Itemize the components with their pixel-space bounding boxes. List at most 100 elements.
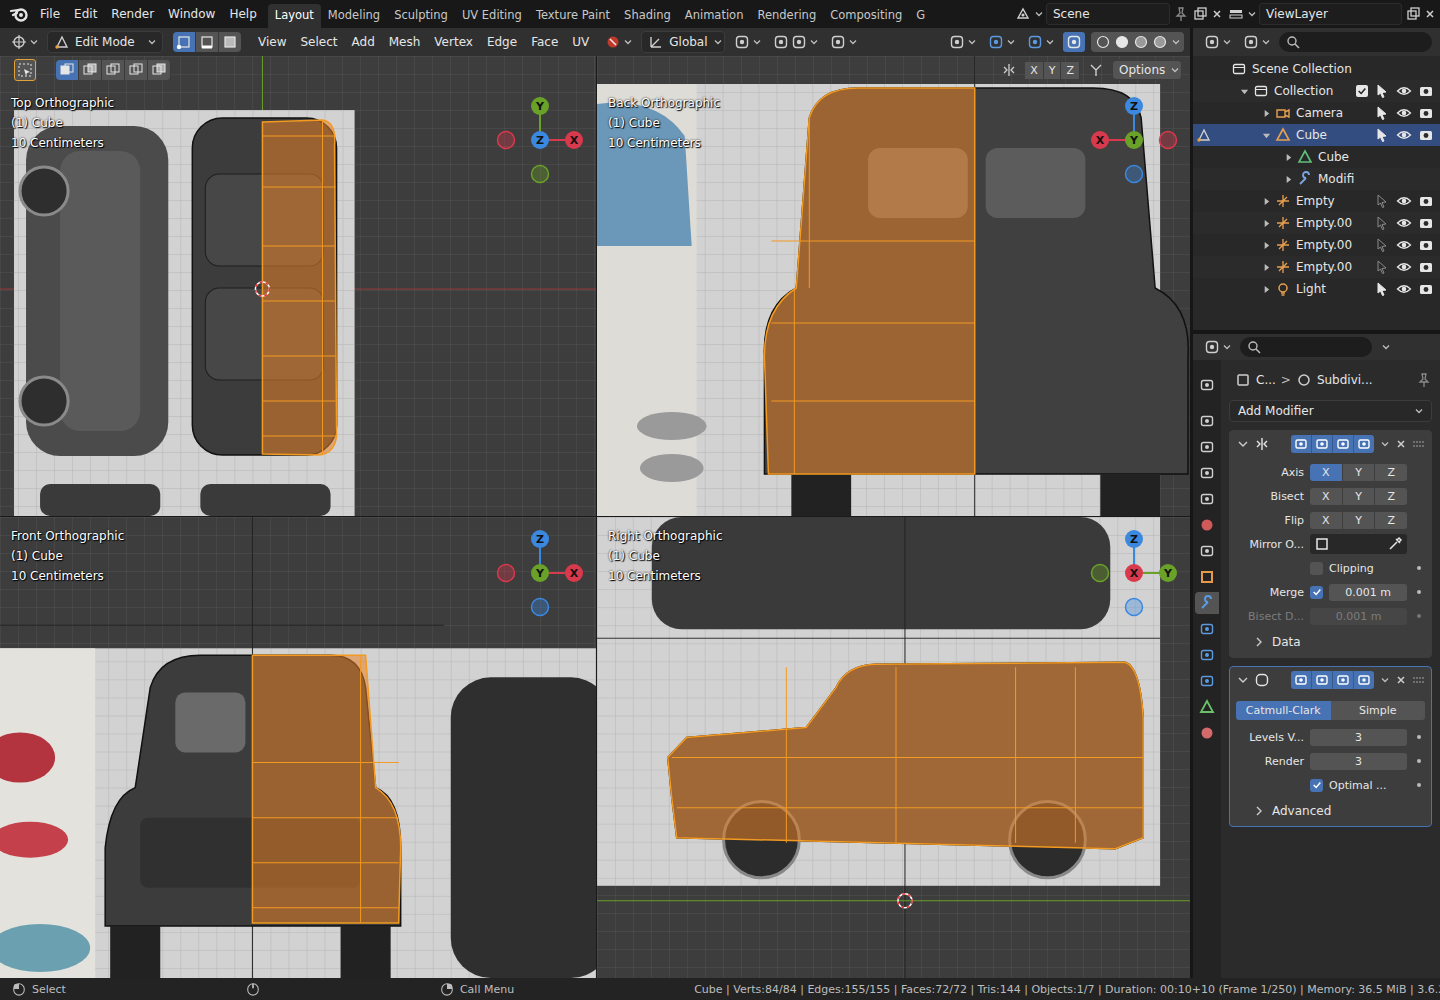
modifier-toggle[interactable] <box>1291 435 1312 453</box>
modifier-header[interactable] <box>1230 431 1431 457</box>
menu-item[interactable]: Face <box>524 32 565 52</box>
editor-type-button[interactable] <box>8 32 41 52</box>
uv-sync-button[interactable] <box>602 32 635 52</box>
properties-search-field[interactable] <box>1240 337 1372 357</box>
scene-icon[interactable] <box>1015 6 1031 22</box>
properties-tab[interactable] <box>1195 410 1219 432</box>
menu-item[interactable]: Mesh <box>382 32 428 52</box>
select-box-tool-icon[interactable] <box>14 59 36 81</box>
navigation-gizmo[interactable]: YXZ <box>495 95 585 185</box>
checkbox-box[interactable] <box>1310 779 1323 792</box>
outliner-search-field[interactable] <box>1279 32 1432 52</box>
collapsed-arrow-icon[interactable] <box>1284 175 1293 184</box>
menu-item[interactable]: Render <box>104 4 161 24</box>
negative-axis-handle[interactable] <box>1126 599 1143 616</box>
remove-modifier-icon[interactable] <box>1395 674 1407 686</box>
axis-toggle[interactable]: Y <box>1343 512 1376 529</box>
xray-button[interactable] <box>1063 32 1085 52</box>
properties-icon[interactable] <box>1204 339 1220 355</box>
select-arrow-icon[interactable] <box>1374 105 1390 121</box>
render-camera-icon[interactable] <box>1418 193 1434 209</box>
outliner-item-name[interactable]: Collection <box>1274 84 1356 98</box>
menu-item[interactable]: Window <box>161 4 222 24</box>
render-camera-icon[interactable] <box>1418 127 1434 143</box>
auto-merge-icon[interactable] <box>1088 62 1104 78</box>
select-mode-button[interactable] <box>173 32 196 52</box>
expand-arrow[interactable] <box>1281 175 1295 184</box>
workspace-tab[interactable]: Compositing <box>823 4 909 28</box>
pin-icon[interactable] <box>1173 6 1189 22</box>
outliner-row[interactable]: Camera <box>1193 102 1440 124</box>
eye-icon[interactable] <box>1396 127 1412 143</box>
select-arrow-icon[interactable] <box>1374 237 1390 253</box>
object-field[interactable] <box>1310 534 1407 554</box>
select-operation-button[interactable] <box>56 60 79 80</box>
outliner-item-name[interactable]: Cube <box>1318 150 1434 164</box>
expanded-arrow-icon[interactable] <box>1238 439 1248 449</box>
transform-orientation-dropdown[interactable]: Global <box>641 31 725 53</box>
blender-logo-icon[interactable] <box>9 4 29 24</box>
modifier-toggle[interactable] <box>1333 435 1354 453</box>
menu-item[interactable]: UV <box>565 32 596 52</box>
collapsed-arrow-icon[interactable] <box>1262 285 1271 294</box>
keyframe-dot[interactable] <box>1417 590 1421 594</box>
breadcrumb-item[interactable]: C... <box>1256 373 1276 387</box>
workspace-tab[interactable]: Layout <box>268 4 321 28</box>
outliner-icon[interactable] <box>1204 34 1220 50</box>
axis-toggle[interactable]: X <box>1310 464 1343 481</box>
checkbox-box[interactable] <box>1310 562 1323 575</box>
keyframe-dot[interactable] <box>1417 783 1421 787</box>
render-camera-icon[interactable] <box>1418 215 1434 231</box>
drag-grip-icon[interactable] <box>1413 676 1425 684</box>
properties-tab[interactable] <box>1195 618 1219 640</box>
outliner-row[interactable]: Empty.00 <box>1193 212 1440 234</box>
render-camera-icon[interactable] <box>1418 281 1434 297</box>
viewport-scene[interactable] <box>597 517 1190 978</box>
eye-icon[interactable] <box>1396 237 1412 253</box>
eye-icon[interactable] <box>1396 259 1412 275</box>
modifier-toggle[interactable] <box>1333 671 1354 689</box>
checkbox[interactable]: Clipping <box>1310 562 1407 575</box>
properties-tab[interactable] <box>1195 696 1219 718</box>
outliner-item-name[interactable]: Empty.00 <box>1296 260 1374 274</box>
axis-toggle[interactable]: X <box>1310 512 1343 529</box>
negative-axis-handle[interactable] <box>1160 132 1177 149</box>
select-arrow-icon[interactable] <box>1374 193 1390 209</box>
outliner-row[interactable]: Empty <box>1193 190 1440 212</box>
properties-tab[interactable] <box>1195 670 1219 692</box>
outliner-row[interactable]: Cube <box>1193 124 1440 146</box>
properties-tab[interactable] <box>1195 514 1219 536</box>
workspace-tab[interactable]: Animation <box>678 4 751 28</box>
axis-handle[interactable] <box>1125 530 1143 548</box>
mirror-axis-toggle[interactable]: Z <box>1061 62 1080 79</box>
menu-item[interactable]: View <box>251 32 293 52</box>
expand-arrow[interactable] <box>1259 263 1273 272</box>
keyframe-dot[interactable] <box>1417 735 1421 739</box>
select-operation-button[interactable] <box>125 60 148 80</box>
axis-handle[interactable] <box>1091 131 1109 149</box>
collapsed-arrow-icon[interactable] <box>1262 263 1271 272</box>
mirror-axis-toggle[interactable]: Y <box>1044 62 1062 79</box>
options-dropdown[interactable]: Options <box>1112 60 1182 80</box>
axis-handle[interactable] <box>531 564 549 582</box>
workspace-tab[interactable]: Sculpting <box>387 4 455 28</box>
subpanel-header[interactable]: Advanced <box>1236 798 1425 822</box>
modifier-toggle[interactable] <box>1354 671 1374 689</box>
shading-mode-icon[interactable] <box>1095 34 1111 50</box>
workspace-tab[interactable]: Shading <box>617 4 678 28</box>
collapsed-arrow-icon[interactable] <box>1262 219 1271 228</box>
outliner-row[interactable]: Collection <box>1193 80 1440 102</box>
keyframe-dot[interactable] <box>1417 614 1421 618</box>
mesh[interactable] <box>764 88 974 474</box>
expand-arrow[interactable] <box>1281 153 1295 162</box>
checkbox-label[interactable]: Optimal ... <box>1329 779 1387 792</box>
viewport[interactable]: Back Orthographic (1) Cube 10 Centimeter… <box>597 56 1190 516</box>
options-button[interactable] <box>1378 341 1393 353</box>
eye-icon[interactable] <box>1396 105 1412 121</box>
eyedropper-icon[interactable] <box>1387 536 1403 552</box>
modifier-toggle[interactable] <box>1312 671 1333 689</box>
negative-axis-handle[interactable] <box>498 565 515 582</box>
navigation-gizmo[interactable]: ZXY <box>495 528 585 618</box>
outliner-item-name[interactable]: Empty.00 <box>1296 238 1374 252</box>
axis-handle[interactable] <box>531 530 549 548</box>
